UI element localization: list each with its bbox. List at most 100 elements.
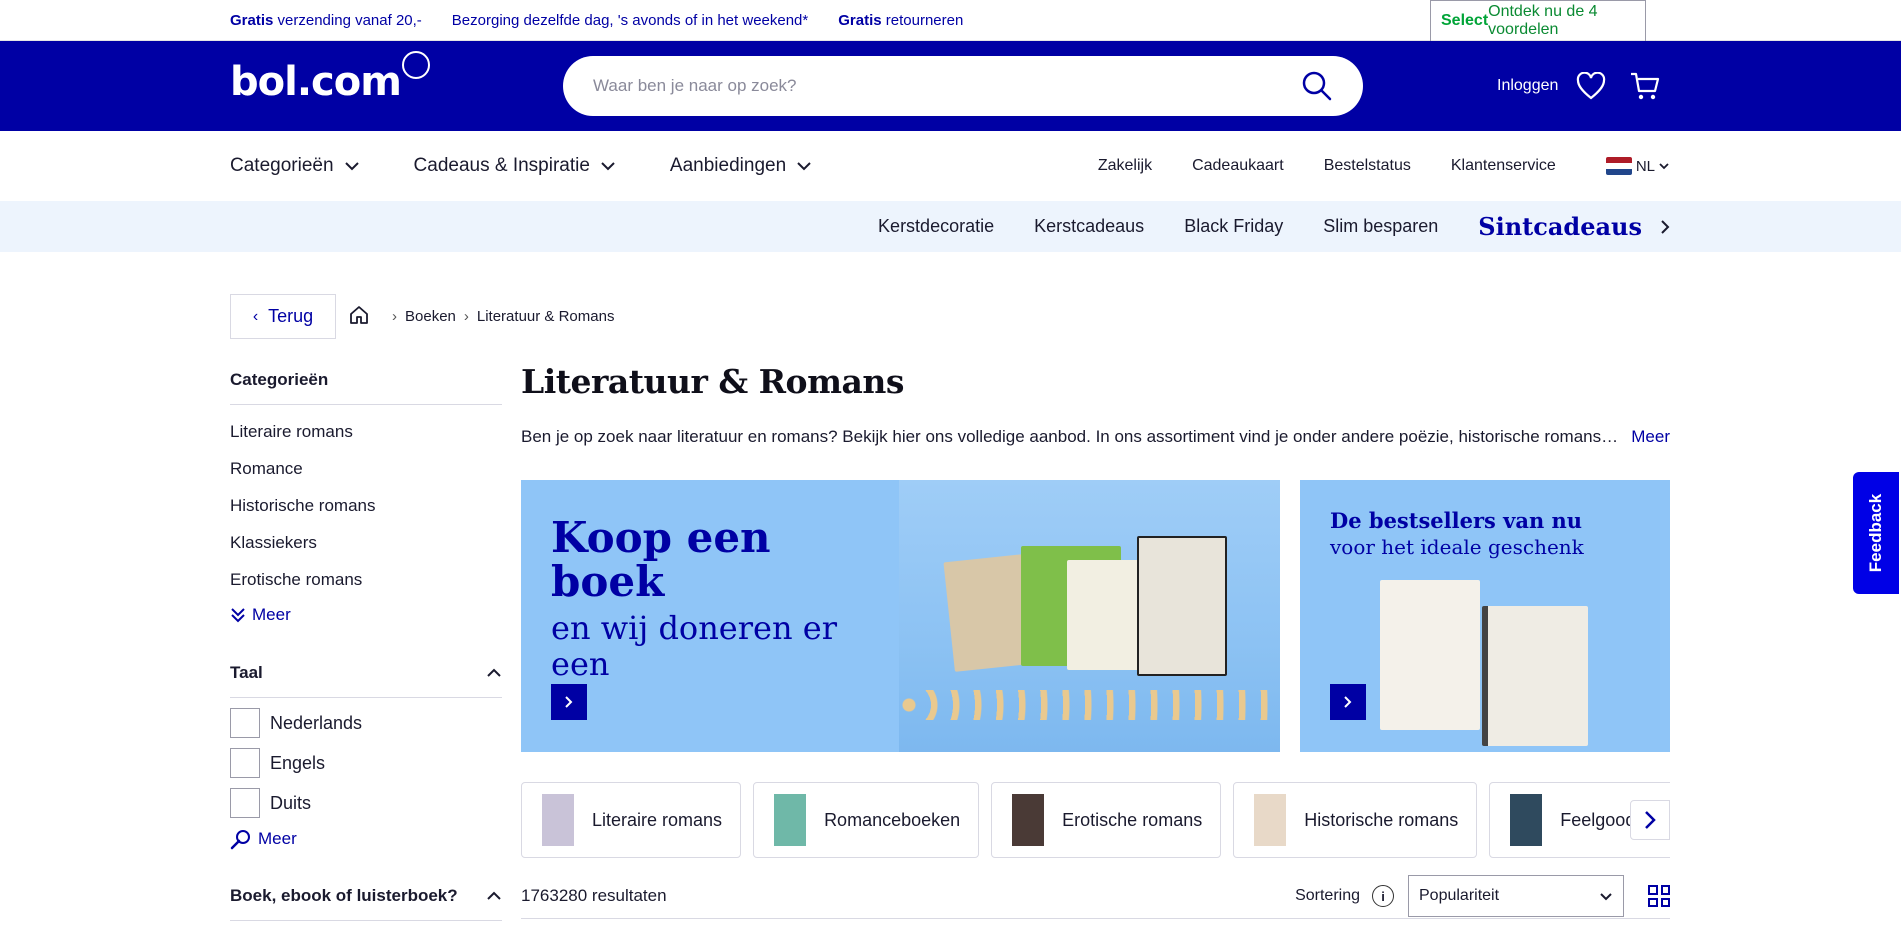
checkbox-label: Duits (270, 792, 312, 813)
nav-link-order-status[interactable]: Bestelstatus (1324, 157, 1411, 175)
sort-select[interactable]: Populariteit (1408, 875, 1624, 917)
subcategory-chip[interactable]: Historische romans (1233, 782, 1478, 858)
feedback-tab[interactable]: Feedback (1853, 472, 1899, 594)
book-cover (1380, 580, 1480, 730)
logo-smile-icon (402, 51, 430, 79)
chip-label: Literaire romans (592, 809, 723, 830)
nav-link-customer-service[interactable]: Klantenservice (1451, 157, 1556, 175)
usp-bold: Gratis (230, 12, 274, 29)
chevron-left-icon: ‹ (252, 307, 259, 325)
breadcrumb: ‹ Terug › Boeken › Literatuur & Romans (230, 294, 614, 339)
cookies-decoration (899, 690, 1280, 720)
checkbox[interactable] (230, 708, 260, 738)
chevron-up-icon[interactable] (486, 668, 502, 678)
promo-link-black-friday[interactable]: Black Friday (1184, 216, 1283, 237)
sort-control: Sortering i Populariteit (1295, 875, 1670, 917)
chevron-up-icon[interactable] (486, 891, 502, 901)
chevron-right-icon (1645, 811, 1656, 829)
nav-label: Categorieën (230, 155, 334, 176)
category-link[interactable]: Historische romans (230, 496, 502, 516)
banner-subtitle: en wij doneren er een (551, 609, 837, 683)
search-input[interactable] (593, 76, 1301, 96)
category-link[interactable]: Literaire romans (230, 422, 502, 442)
home-icon[interactable] (348, 304, 370, 330)
chip-label: Erotische romans (1062, 809, 1203, 830)
promo-nav: Kerstdecoratie Kerstcadeaus Black Friday… (0, 201, 1901, 252)
language-option-english[interactable]: Engels (230, 748, 502, 778)
carousel-next-button[interactable] (1630, 800, 1670, 840)
page-title: Literatuur & Romans (521, 362, 904, 401)
bestsellers-banner[interactable]: De bestsellers van nu voor het ideale ge… (1300, 480, 1670, 752)
subcategory-chip[interactable]: Erotische romans (991, 782, 1222, 858)
promo-link-sinterklaas[interactable]: Sintcadeaus (1478, 212, 1642, 241)
subcategory-chip[interactable]: Romanceboeken (753, 782, 980, 858)
intro-more-link[interactable]: Meer (1631, 427, 1670, 447)
nav-label: Cadeaus & Inspiratie (413, 155, 590, 176)
promo-link-smart-saving[interactable]: Slim besparen (1323, 216, 1438, 237)
category-link[interactable]: Romance (230, 459, 502, 479)
site-header: bol.com Inloggen (0, 41, 1901, 131)
language-option-dutch[interactable]: Nederlands (230, 708, 502, 738)
chevron-right-icon (1344, 696, 1352, 708)
language-selector[interactable]: NL (1605, 157, 1670, 175)
promo-link-christmas-decor[interactable]: Kerstdecoratie (878, 216, 994, 237)
breadcrumb-item-books[interactable]: Boeken (405, 308, 456, 325)
back-label: Terug (268, 306, 314, 326)
logo[interactable]: bol.com (230, 59, 402, 105)
chevron-down-icon (601, 162, 615, 171)
info-icon[interactable]: i (1372, 885, 1394, 907)
checkbox-label: Nederlands (270, 712, 363, 733)
banner-arrow-button[interactable] (1330, 684, 1366, 720)
checkbox[interactable] (230, 788, 260, 818)
subcategory-chip[interactable]: Literaire romans (521, 782, 742, 858)
chevron-right-icon (565, 696, 573, 708)
chevron-down-icon (797, 162, 811, 171)
nav-categories-dropdown[interactable]: Categorieën (230, 155, 360, 177)
grid-view-icon[interactable] (1648, 885, 1670, 907)
intro-text: Ben je op zoek naar literatuur en romans… (521, 427, 1620, 446)
select-promo-link[interactable]: Select Ontdek nu de 4 voordelen (1430, 0, 1646, 42)
banner-arrow-button[interactable] (551, 684, 587, 720)
nav-link-giftcard[interactable]: Cadeaukaart (1192, 157, 1284, 175)
filter-sidebar: Categorieën Literaire romans Romance His… (230, 370, 502, 921)
usp-free-shipping[interactable]: Gratis verzending vanaf 20,- (230, 12, 422, 29)
usp-free-returns[interactable]: Gratis retourneren (838, 12, 963, 29)
categories-more-link[interactable]: Meer (230, 605, 502, 625)
back-button[interactable]: ‹ Terug (230, 294, 336, 339)
category-link[interactable]: Klassiekers (230, 533, 502, 553)
cart-icon[interactable] (1628, 69, 1662, 103)
checkbox[interactable] (230, 748, 260, 778)
search-icon[interactable] (1301, 70, 1333, 102)
login-link[interactable]: Inloggen (1497, 77, 1558, 95)
language-more-link[interactable]: Meer (230, 828, 502, 850)
category-link[interactable]: Erotische romans (230, 570, 502, 590)
language-filter-heading[interactable]: Taal (230, 663, 502, 698)
books-illustration (899, 480, 1280, 752)
subcategory-carousel: Literaire romans Romanceboeken Erotische… (521, 782, 1670, 858)
usp-text: retourneren (885, 12, 964, 29)
feedback-label: Feedback (1866, 493, 1885, 573)
format-filter-heading[interactable]: Boek, ebook of luisterboek? (230, 886, 502, 921)
banner-title: De bestsellers van nu (1330, 508, 1583, 533)
select-label: Select (1441, 11, 1489, 29)
sort-label: Sortering (1295, 887, 1360, 904)
usp-bar: Gratis verzending vanaf 20,- Bezorging d… (0, 0, 1901, 42)
promo-link-christmas-gifts[interactable]: Kerstcadeaus (1034, 216, 1144, 237)
banner-title: Koop een boek (551, 513, 771, 606)
usp-delivery[interactable]: Bezorging dezelfde dag, 's avonds of in … (452, 12, 808, 29)
wishlist-heart-icon[interactable] (1574, 69, 1608, 103)
nl-flag-icon (1605, 157, 1632, 175)
book-cover (1482, 606, 1588, 746)
nav-gifts-dropdown[interactable]: Cadeaus & Inspiratie (414, 155, 616, 177)
category-intro: Ben je op zoek naar literatuur en romans… (521, 427, 1670, 447)
language-option-german[interactable]: Duits (230, 788, 502, 818)
nav-link-business[interactable]: Zakelijk (1098, 157, 1152, 175)
nav-deals-dropdown[interactable]: Aanbiedingen (670, 155, 812, 177)
book-thumbnail (542, 794, 574, 846)
checkbox-label: Engels (270, 752, 326, 773)
donate-book-banner[interactable]: Koop een boek en wij doneren er een (521, 480, 1280, 752)
chip-label: Romanceboeken (824, 809, 961, 830)
chevron-right-icon[interactable] (1660, 219, 1670, 235)
breadcrumb-separator-icon: › (392, 308, 397, 325)
language-filter-title: Taal (230, 663, 263, 682)
